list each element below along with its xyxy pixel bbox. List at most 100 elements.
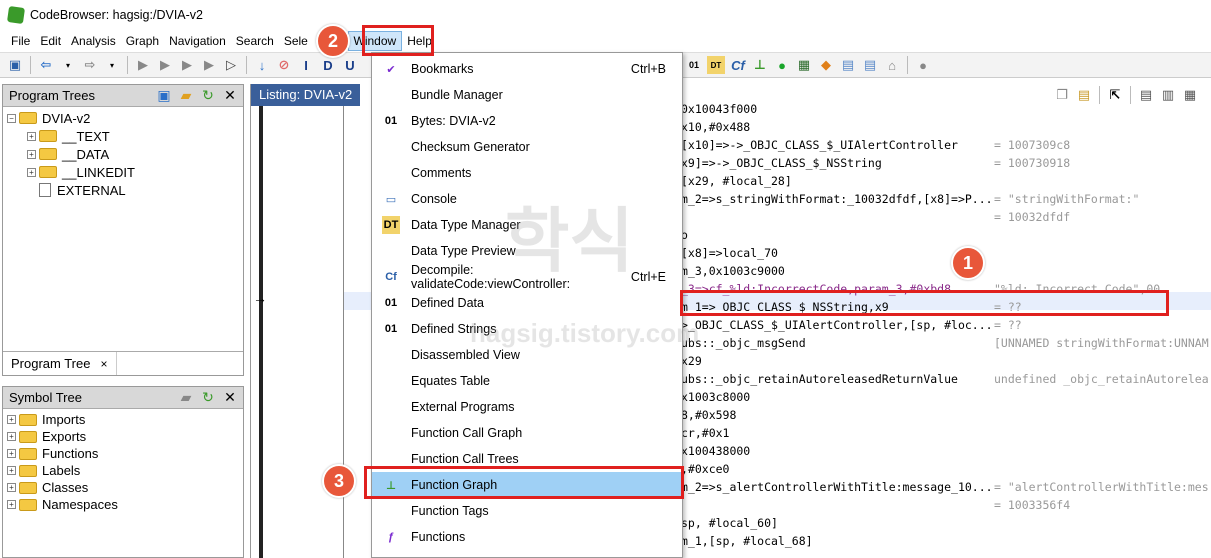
debug-icon[interactable]: ●	[914, 56, 932, 74]
table-icon[interactable]: ▤	[839, 56, 857, 74]
code-line[interactable]: 0x10043f000	[681, 100, 757, 118]
expand-icon[interactable]: +	[7, 415, 16, 424]
code-line[interactable]: ubs::_objc_retainAutoreleasedReturnValue	[681, 370, 958, 388]
menu-item-function-call-graph[interactable]: Function Call Graph	[372, 420, 682, 446]
code-line[interactable]: x100438000	[681, 442, 750, 460]
paste-icon[interactable]: ▤	[1075, 86, 1093, 104]
expand-icon[interactable]: +	[7, 483, 16, 492]
tree-icon[interactable]: ⌂	[883, 56, 901, 74]
expand-icon[interactable]: +	[27, 149, 36, 159]
graph-icon[interactable]: ⊥	[751, 56, 769, 74]
more-icon[interactable]: ▦	[1181, 86, 1199, 104]
code-line[interactable]: 8,#0x598	[681, 406, 736, 424]
tree-node-root[interactable]: − DVIA-v2	[7, 109, 239, 127]
nav-instr-icon[interactable]: ▶	[178, 56, 196, 74]
new-tree-icon[interactable]: ▣	[155, 87, 173, 105]
code-line[interactable]: x10,#0x488	[681, 118, 750, 136]
symbol-node-labels[interactable]: + Labels	[7, 462, 239, 479]
code-line[interactable]: m_2=>s_stringWithFormat:_10032dfdf,[x8]=…	[681, 190, 993, 208]
clear-icon[interactable]: ⊘	[275, 56, 293, 74]
symbol-node-classes[interactable]: + Classes	[7, 479, 239, 496]
chevron-down-icon[interactable]: ▾	[103, 56, 121, 74]
menu-item-functions[interactable]: ƒ Functions	[372, 524, 682, 550]
menu-graph[interactable]: Graph	[121, 30, 164, 52]
symbol-node-namespaces[interactable]: + Namespaces	[7, 496, 239, 513]
code-line[interactable]: [x8]=>local_70	[681, 244, 778, 262]
menu-item-disassembled-view[interactable]: Disassembled View	[372, 342, 682, 368]
menu-search[interactable]: Search	[231, 30, 279, 52]
menu-item-defined-data[interactable]: 01 Defined Data	[372, 290, 682, 316]
code-line[interactable]: ubs::_objc_msgSend	[681, 334, 806, 352]
open-folder-icon[interactable]: ▰	[177, 87, 195, 105]
code-line[interactable]: [x10]=>->_OBJC_CLASS_$_UIAlertController	[681, 136, 958, 154]
tab-program-tree[interactable]: Program Tree ×	[3, 352, 117, 375]
undefined-u-icon[interactable]: U	[341, 56, 359, 74]
tab-close-icon[interactable]: ×	[100, 357, 107, 371]
expand-icon[interactable]: +	[7, 500, 16, 509]
format-icon[interactable]: ▤	[1137, 86, 1155, 104]
menu-item-console[interactable]: ▭ Console	[372, 186, 682, 212]
refresh-icon[interactable]: ↻	[199, 87, 217, 105]
menu-navigation[interactable]: Navigation	[164, 30, 231, 52]
refresh-icon[interactable]: ↻	[199, 389, 217, 407]
code-line[interactable]: >_OBJC_CLASS_$_UIAlertController,[sp, #l…	[681, 316, 993, 334]
tree-node[interactable]: + __DATA	[7, 145, 239, 163]
save-icon[interactable]: ▣	[6, 56, 24, 74]
close-icon[interactable]: ✕	[221, 87, 239, 105]
tree-node[interactable]: + __TEXT	[7, 127, 239, 145]
menu-item-decompile-validatecode-viewcontroller[interactable]: Cf Decompile: validateCode:viewController…	[372, 263, 682, 291]
menu-item-data-type-preview[interactable]: Data Type Preview	[372, 238, 682, 264]
instruction-i-icon[interactable]: I	[297, 56, 315, 74]
menu-edit[interactable]: Edit	[35, 30, 66, 52]
menu-item-bookmarks[interactable]: ✔ Bookmarks Ctrl+B	[372, 56, 682, 82]
chevron-down-icon[interactable]: ▾	[59, 56, 77, 74]
code-line[interactable]: x1003c8000	[681, 388, 750, 406]
nav-undefined-icon[interactable]: ▶	[200, 56, 218, 74]
menu-item-comments[interactable]: Comments	[372, 160, 682, 186]
menu-item-bundle-manager[interactable]: Bundle Manager	[372, 82, 682, 108]
code-line[interactable]: m_3,0x1003c9000	[681, 262, 785, 280]
code-line[interactable]: [x29, #local_28]	[681, 172, 792, 190]
diff-icon[interactable]: ▥	[1159, 86, 1177, 104]
symbol-node-imports[interactable]: + Imports	[7, 411, 239, 428]
forward-arrow-icon[interactable]: ⇨	[81, 56, 99, 74]
code-line[interactable]: m_1,[sp, #local_68]	[681, 532, 813, 550]
data-d-icon[interactable]: D	[319, 56, 337, 74]
menu-item-defined-strings[interactable]: 01 Defined Strings	[372, 316, 682, 342]
menu-item-equates-table[interactable]: Equates Table	[372, 368, 682, 394]
nav-next-icon[interactable]: ▶	[134, 56, 152, 74]
code-line[interactable]: x9]=>->_OBJC_CLASS_$_NSString	[681, 154, 882, 172]
expand-icon[interactable]: +	[7, 449, 16, 458]
menu-item-function-tags[interactable]: Function Tags	[372, 498, 682, 524]
menu-item-data-type-manager[interactable]: DT Data Type Manager	[372, 212, 682, 238]
copy-icon[interactable]: ❐	[1053, 86, 1071, 104]
close-icon[interactable]: ✕	[221, 389, 239, 407]
bytes-icon[interactable]: 01	[685, 56, 703, 74]
nav-function-icon[interactable]: ▷	[222, 56, 240, 74]
bookmark-diamond-icon[interactable]: ◆	[817, 56, 835, 74]
expand-icon[interactable]: +	[7, 466, 16, 475]
code-line[interactable]: cr,#0x1	[681, 424, 729, 442]
down-arrow-icon[interactable]: ↓	[253, 56, 271, 74]
code-line[interactable]: x29	[681, 352, 702, 370]
run-icon[interactable]: ●	[773, 56, 791, 74]
nav-data-icon[interactable]: ▶	[156, 56, 174, 74]
create-icon[interactable]: ▰	[177, 389, 195, 407]
menu-select[interactable]: Sele	[279, 30, 308, 52]
expand-icon[interactable]: +	[7, 432, 16, 441]
tree-node[interactable]: + __LINKEDIT	[7, 163, 239, 181]
cursor-icon[interactable]: ⇱	[1106, 86, 1124, 104]
menu-item-bytes-dvia-v2[interactable]: 01 Bytes: DVIA-v2	[372, 108, 682, 134]
expand-icon[interactable]: +	[27, 131, 36, 141]
collapse-icon[interactable]: −	[7, 113, 16, 123]
datatype-icon[interactable]: DT	[707, 56, 725, 74]
menu-analysis[interactable]: Analysis	[66, 30, 121, 52]
memory-icon[interactable]: ▦	[795, 56, 813, 74]
script-icon[interactable]: ▤	[861, 56, 879, 74]
code-line[interactable]: m_2=>s_alertControllerWithTitle:message_…	[681, 478, 993, 496]
code-line[interactable]: sp, #local_60]	[681, 514, 778, 532]
tree-node[interactable]: EXTERNAL	[7, 181, 239, 199]
code-line[interactable]: ,#0xce0	[681, 460, 729, 478]
symbol-node-exports[interactable]: + Exports	[7, 428, 239, 445]
decompile-icon[interactable]: Cf	[729, 56, 747, 74]
